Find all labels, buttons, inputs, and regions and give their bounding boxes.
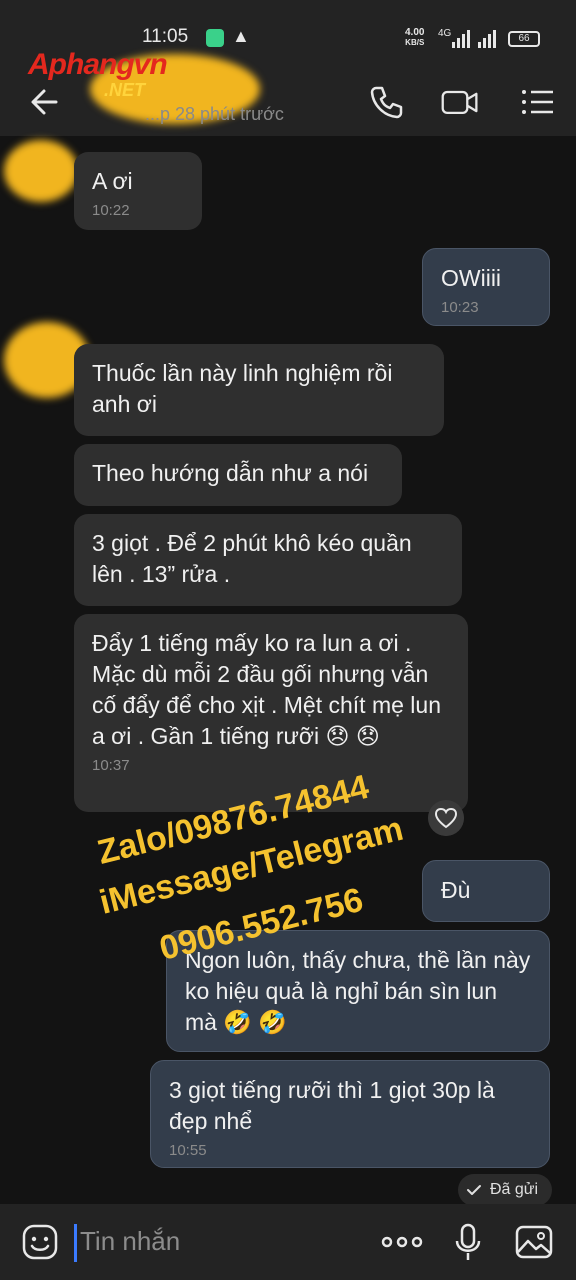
network-speed-value: 4.00 xyxy=(405,27,425,38)
checkmark-icon xyxy=(467,1185,481,1195)
avatar-redaction xyxy=(4,140,78,202)
message-bubble-incoming[interactable]: 3 giọt . Để 2 phút khô kéo quần lên . 13… xyxy=(74,514,462,606)
network-speed: 4.00 KB/S xyxy=(405,28,424,48)
message-bubble-incoming[interactable]: Thuốc lần này linh nghiệm rồi anh ơi xyxy=(74,344,444,436)
network-type: 4G xyxy=(438,28,452,39)
message-text: OWiiii xyxy=(441,265,502,291)
menu-list-icon[interactable] xyxy=(518,82,558,122)
message-time: 10:23 xyxy=(441,299,479,316)
network-speed-unit: KB/S xyxy=(405,38,425,47)
message-time: 10:37 xyxy=(92,757,130,774)
watermark-logo: Aphangvn xyxy=(28,48,168,81)
image-gallery-icon[interactable] xyxy=(514,1222,554,1262)
signal-icon xyxy=(452,30,470,48)
chat-header: Aphangvn .NET ...p 28 phút trước xyxy=(0,48,576,136)
message-time: 10:22 xyxy=(92,202,130,219)
battery-icon: 66 xyxy=(508,31,540,47)
message-text: A ơi xyxy=(92,168,133,194)
microphone-icon[interactable] xyxy=(448,1222,488,1262)
message-text: Theo hướng dẫn như a nói xyxy=(92,460,369,486)
heart-reaction-icon[interactable] xyxy=(428,800,464,836)
watermark-logo-tld: .NET xyxy=(104,80,146,100)
back-arrow-icon[interactable] xyxy=(26,82,66,122)
sent-status-badge: Đã gửi xyxy=(458,1174,552,1206)
message-text: Đẩy 1 tiếng mấy ko ra lun a ơi . Mặc dù … xyxy=(92,630,441,749)
message-text: Thuốc lần này linh nghiệm rồi anh ơi xyxy=(92,360,393,417)
text-cursor xyxy=(74,1224,77,1262)
message-text: Đù xyxy=(441,877,471,903)
message-bubble-incoming[interactable]: Theo hướng dẫn như a nói xyxy=(74,444,402,506)
sticker-emoji-icon[interactable] xyxy=(20,1222,60,1262)
phone-call-icon[interactable] xyxy=(366,82,406,122)
message-text: Ngon luôn, thấy chưa, thề lần này ko hiệ… xyxy=(185,947,531,1035)
signal-2-icon xyxy=(478,30,496,48)
message-text: 3 giọt . Để 2 phút khô kéo quần lên . 13… xyxy=(92,530,412,587)
message-text: 3 giọt tiếng rưỡi thì 1 giọt 30p là đẹp … xyxy=(169,1077,495,1134)
video-call-icon[interactable] xyxy=(440,82,480,122)
status-time: 11:05 xyxy=(142,26,189,47)
message-bubble-outgoing[interactable]: Đù xyxy=(422,860,550,922)
notification-app-icon xyxy=(206,29,224,47)
message-bubble-incoming[interactable]: Đẩy 1 tiếng mấy ko ra lun a ơi . Mặc dù … xyxy=(74,614,468,812)
last-seen-status: ...p 28 phút trước xyxy=(145,104,284,124)
message-time: 10:55 xyxy=(169,1142,207,1159)
message-input-bar: Tin nhắn xyxy=(0,1204,576,1280)
message-bubble-outgoing[interactable]: OWiiii 10:23 xyxy=(422,248,550,326)
message-input[interactable]: Tin nhắn xyxy=(80,1226,180,1257)
warning-icon: ▲ xyxy=(232,26,250,46)
more-options-icon[interactable] xyxy=(380,1222,424,1262)
message-bubble-outgoing[interactable]: 3 giọt tiếng rưỡi thì 1 giọt 30p là đẹp … xyxy=(150,1060,550,1168)
sent-status-text: Đã gửi xyxy=(490,1181,539,1198)
message-bubble-incoming[interactable]: A ơi 10:22 xyxy=(74,152,202,230)
